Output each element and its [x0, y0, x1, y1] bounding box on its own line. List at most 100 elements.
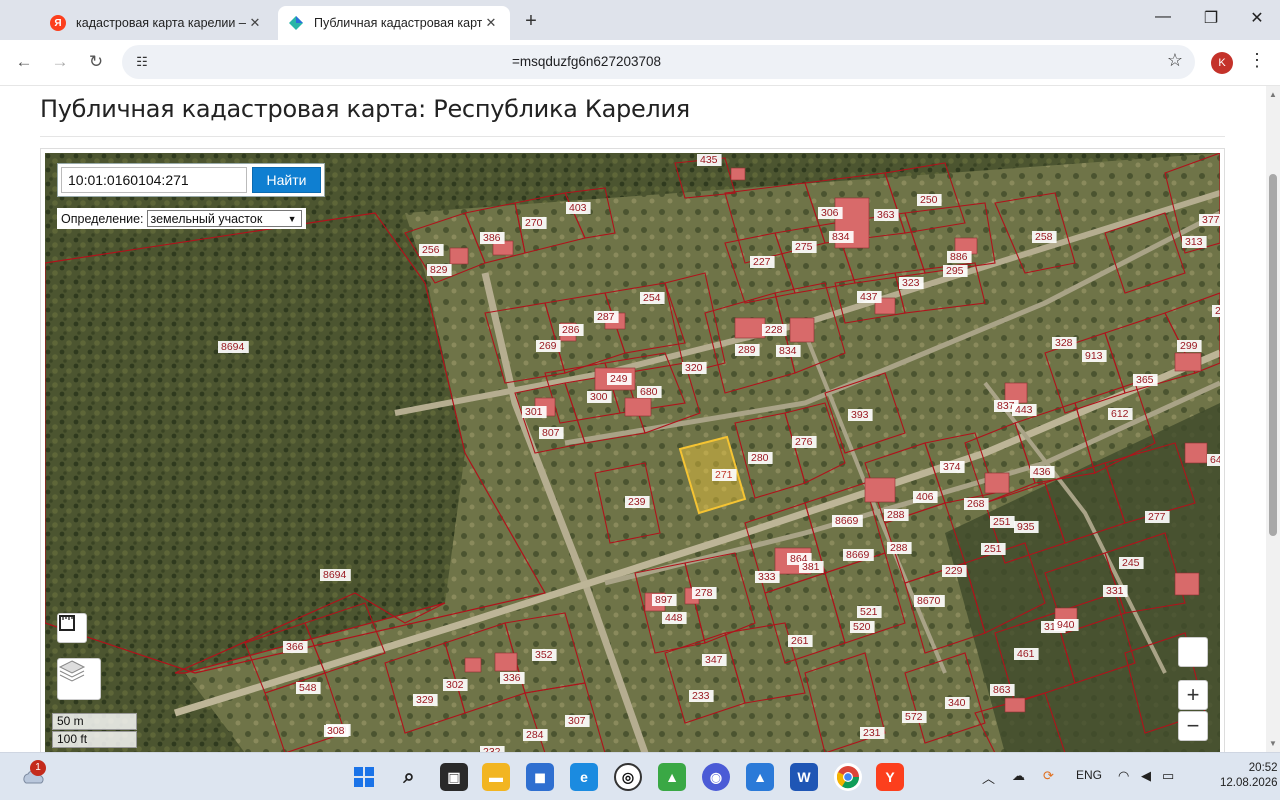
windows-start-icon[interactable] — [350, 763, 378, 791]
parcel-label-text: 276 — [795, 436, 813, 448]
building-roof — [464, 657, 482, 673]
search-input[interactable] — [61, 167, 247, 193]
language-indicator[interactable]: ENG — [1076, 768, 1102, 782]
parcel-label-text: 313 — [1185, 236, 1203, 248]
clock-date: 12.08.2026 — [1220, 777, 1278, 789]
search-button[interactable]: Найти — [252, 167, 321, 193]
parcel-label: 261 — [788, 635, 813, 647]
chrome-icon[interactable] — [834, 763, 862, 791]
close-window-icon[interactable]: ✕ — [1242, 8, 1272, 28]
parcel-label-text: 377 — [1202, 214, 1220, 226]
parcel-label: 239 — [625, 496, 650, 508]
scrollbar-thumb[interactable] — [1269, 174, 1277, 536]
new-tab-button[interactable]: + — [520, 10, 542, 33]
parcel-label: 520 — [850, 621, 875, 633]
parcel-label-text: 250 — [920, 194, 938, 206]
address-bar[interactable]: ☷ =msqduzfg6n627203708 ☆ — [122, 45, 1195, 79]
parcel-label-text: 299 — [1180, 340, 1198, 352]
parcel-label: 612 — [1108, 408, 1133, 420]
parcel-label: 278 — [692, 587, 717, 599]
site-settings-icon[interactable]: ☷ — [132, 52, 152, 72]
bookmark-star-icon[interactable]: ☆ — [1167, 50, 1183, 71]
yandex-icon: Я — [50, 15, 66, 31]
parcel-label: 228 — [762, 324, 787, 336]
definition-select[interactable]: земельный участок ▼ — [146, 210, 302, 227]
windows-taskbar: 1 ⌕ ▣ ▬ ◼ e ◎ ▲ ◉ ▲ W Y ︿ ☁ ⟳ ENG ◠ ◀ ▭ … — [0, 752, 1280, 800]
presentation-icon[interactable]: ▲ — [658, 763, 686, 791]
building-roof — [1174, 352, 1202, 372]
clock[interactable]: 20:52 12.08.2026 — [1220, 761, 1278, 791]
minimize-icon[interactable]: — — [1148, 8, 1178, 26]
parcel-label-text: 347 — [705, 654, 723, 666]
profile-avatar[interactable]: K — [1211, 52, 1233, 74]
word-icon[interactable]: W — [790, 763, 818, 791]
fullscreen-button[interactable] — [1178, 637, 1208, 667]
parcel-label: 266 — [1212, 305, 1220, 317]
app-icon[interactable]: ◎ — [614, 763, 642, 791]
wifi-icon[interactable]: ◠ — [1118, 768, 1129, 784]
forward-icon[interactable]: → — [48, 52, 72, 74]
cadastral-map[interactable]: 435 403 270 386 256 829 306 834 363 250 227 275 258 8… — [45, 153, 1220, 752]
map-canvas[interactable]: 435 403 270 386 256 829 306 834 363 250 227 275 258 8… — [45, 153, 1220, 752]
parcel-label: 548 — [296, 682, 321, 694]
parcel-label-text: 227 — [753, 256, 771, 268]
building-roof — [734, 317, 766, 339]
building-roof — [1174, 572, 1200, 596]
parcel-label: 288 — [884, 509, 909, 521]
parcel-label: 323 — [899, 277, 924, 289]
restore-icon[interactable]: ❐ — [1196, 8, 1226, 28]
tray-chevron-icon[interactable]: ︿ — [982, 768, 995, 787]
parcel-label-text: 261 — [791, 635, 809, 647]
parcel-label-text: 913 — [1085, 350, 1103, 362]
zoom-out-button[interactable]: − — [1178, 711, 1208, 741]
parcel-label-text: 8669 — [846, 549, 870, 561]
search-icon[interactable]: ⌕ — [395, 763, 423, 791]
reload-icon[interactable]: ↻ — [84, 52, 108, 74]
edge-icon[interactable]: e — [570, 763, 598, 791]
back-icon[interactable]: ← — [12, 52, 36, 74]
parcel-label: 437 — [857, 291, 882, 303]
scroll-up-icon[interactable]: ▲ — [1269, 90, 1277, 99]
yandex-browser-icon[interactable]: Y — [876, 763, 904, 791]
parcel-label-text: 333 — [758, 571, 776, 583]
sync-icon[interactable]: ⟳ — [1043, 768, 1054, 784]
parcel-label-text: 374 — [943, 461, 961, 473]
tab-yandex-search[interactable]: Я кадастровая карта карелии — ✕ — [40, 6, 274, 40]
store-icon[interactable]: ◼ — [526, 763, 554, 791]
volume-icon[interactable]: ◀ — [1141, 768, 1151, 784]
map-frame: 435 403 270 386 256 829 306 834 363 250 227 275 258 8… — [40, 148, 1225, 752]
parcel-label-text: 295 — [946, 265, 964, 277]
chevron-down-icon: ▼ — [287, 213, 297, 224]
parcel-label-text: 406 — [916, 491, 934, 503]
parcel-label: 307 — [565, 715, 590, 727]
parcel-label: 377 — [1199, 214, 1220, 226]
parcel-label: 229 — [942, 565, 967, 577]
scroll-down-icon[interactable]: ▼ — [1269, 739, 1277, 748]
notification-badge: 1 — [30, 760, 46, 776]
tab-cadastral-map[interactable]: Публичная кадастровая карта ✕ — [278, 6, 510, 40]
close-icon[interactable]: ✕ — [482, 15, 500, 31]
parcel-label-text: 331 — [1106, 585, 1124, 597]
parcel-label: 329 — [413, 694, 438, 706]
task-view-icon[interactable]: ▣ — [440, 763, 468, 791]
measure-button[interactable] — [57, 613, 87, 643]
menu-kebab-icon[interactable]: ⋮ — [1248, 50, 1266, 71]
photos-icon[interactable]: ▲ — [746, 763, 774, 791]
page-scrollbar[interactable]: ▲ ▼ — [1266, 86, 1280, 752]
parcel-label-text: 302 — [446, 679, 464, 691]
definition-label: Определение: — [61, 211, 144, 226]
parcel-label-text: 520 — [853, 621, 871, 633]
parcel-label: 935 — [1014, 521, 1039, 533]
parcel-label: 913 — [1082, 350, 1107, 362]
parcel-label-text: 365 — [1136, 374, 1154, 386]
browser-toolbar: ← → ↻ ☷ =msqduzfg6n627203708 ☆ K ⋮ — [0, 40, 1280, 86]
layers-button[interactable] — [57, 658, 101, 700]
parcel-label: 374 — [940, 461, 965, 473]
file-explorer-icon[interactable]: ▬ — [482, 763, 510, 791]
chat-icon[interactable]: ◉ — [702, 763, 730, 791]
close-icon[interactable]: ✕ — [246, 15, 264, 31]
onedrive-icon[interactable]: ☁ — [1012, 768, 1025, 784]
parcel-label-text: 233 — [692, 690, 710, 702]
zoom-in-button[interactable]: + — [1178, 680, 1208, 710]
battery-icon[interactable]: ▭ — [1162, 768, 1174, 784]
